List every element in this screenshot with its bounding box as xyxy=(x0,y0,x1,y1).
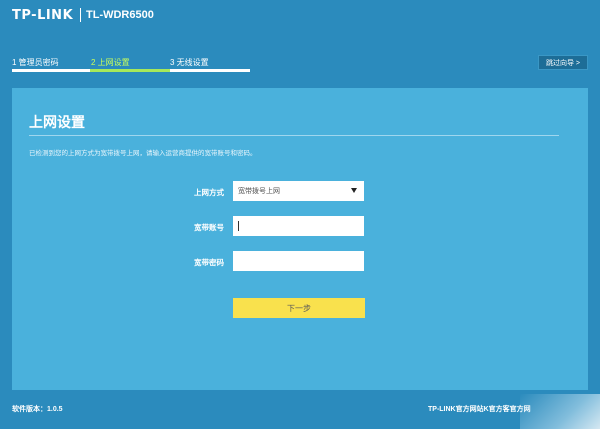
corner-watermark xyxy=(520,394,600,429)
panel-description: 已检测到您的上网方式为宽带拨号上网，请输入运营商提供的宽带账号和密码。 xyxy=(29,150,257,157)
connection-type-value: 宽带拨号上网 xyxy=(238,188,280,195)
brand-divider xyxy=(80,8,81,22)
step-internet-setup-bar xyxy=(90,69,170,72)
top-header: TP-LINK TL-WDR6500 xyxy=(0,0,600,32)
footer-links[interactable]: TP-LINK官方网站K官方客官方网 xyxy=(428,404,531,414)
connection-type-label: 上网方式 xyxy=(194,188,224,197)
panel-title: 上网设置 xyxy=(29,114,85,130)
internet-setup-panel: 上网设置 已检测到您的上网方式为宽带拨号上网，请输入运营商提供的宽带账号和密码。… xyxy=(12,88,588,390)
wizard-steps: 1 管理员密码 2 上网设置 3 无线设置 xyxy=(12,57,252,73)
account-input[interactable] xyxy=(233,216,364,236)
text-cursor xyxy=(238,221,239,231)
next-step-button[interactable]: 下一步 xyxy=(233,298,365,318)
step-wireless-setup: 3 无线设置 xyxy=(170,58,209,67)
password-input[interactable] xyxy=(233,251,364,271)
dropdown-arrow-icon xyxy=(351,188,357,193)
step-admin-password-bar xyxy=(12,69,90,72)
connection-type-select[interactable]: 宽带拨号上网 xyxy=(233,181,364,201)
account-label: 宽带账号 xyxy=(194,223,224,232)
step-wireless-setup-bar xyxy=(170,69,250,72)
password-label: 宽带密码 xyxy=(194,258,224,267)
model-name: TL-WDR6500 xyxy=(86,9,154,21)
title-divider xyxy=(29,135,559,136)
skip-wizard-button[interactable]: 跳过向导 > xyxy=(538,55,588,70)
step-admin-password: 1 管理员密码 xyxy=(12,58,59,67)
brand-logo: TP-LINK xyxy=(12,8,74,23)
software-version: 软件版本：1.0.5 xyxy=(12,406,63,413)
step-internet-setup: 2 上网设置 xyxy=(91,58,130,67)
